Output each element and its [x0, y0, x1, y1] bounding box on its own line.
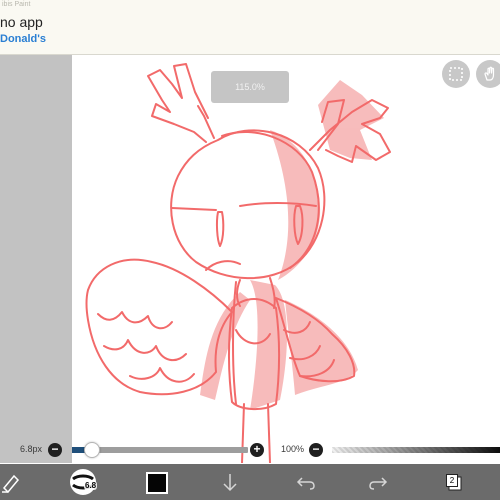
bottom-toolbar: 6.8 2: [0, 464, 500, 500]
hand-gesture-icon: [484, 66, 495, 81]
opacity-slider[interactable]: [332, 447, 500, 453]
opacity-decrease-button[interactable]: −: [309, 443, 323, 457]
left-antenna-2: [197, 105, 215, 139]
left-wing-feathers: [97, 311, 195, 383]
arrow-down-icon: [223, 474, 237, 492]
left-eye-brow: [171, 207, 217, 211]
notification-meta: ibis Paint: [2, 1, 31, 8]
brush-size-slider-thumb[interactable]: [84, 442, 101, 458]
brush-size-label: 6.8px: [20, 444, 43, 454]
brush-size-decrease-button[interactable]: −: [48, 443, 62, 457]
selection-tool-button[interactable]: [442, 60, 470, 88]
zoom-indicator: 115.0%: [211, 71, 289, 103]
mouth: [205, 260, 241, 271]
sketch-fill: [200, 80, 384, 410]
brush-size-increase-button[interactable]: +: [250, 443, 264, 457]
dashed-square-icon: [449, 67, 463, 81]
left-antenna: [147, 63, 209, 143]
eraser-pen-icon: [2, 474, 20, 494]
undo-icon: [296, 477, 315, 490]
undo-button[interactable]: [294, 464, 318, 500]
character-sketch: [85, 63, 391, 463]
brush-size-badge: 6.8: [84, 481, 98, 490]
notification-banner[interactable]: ibis Paint no app Donald's: [0, 0, 500, 55]
redo-button[interactable]: [366, 464, 390, 500]
brush-size-slider[interactable]: [72, 442, 248, 458]
brush-settings-bar: 6.8px − + 100% −: [0, 438, 500, 464]
download-button[interactable]: [218, 464, 242, 500]
left-eye: [215, 211, 225, 247]
left-wing-fill: [200, 292, 250, 400]
drawing-app: ibis Paint no app Donald's 115.0% 6.8px …: [0, 0, 500, 500]
layer-count: 2: [446, 474, 458, 487]
notification-title: no app: [0, 14, 43, 30]
redo-icon: [369, 477, 388, 490]
notification-subtitle: Donald's: [0, 33, 47, 45]
color-swatch-button[interactable]: [146, 472, 168, 494]
opacity-label: 100%: [281, 444, 305, 454]
left-gray-panel: [0, 55, 72, 463]
hand-tool-button[interactable]: [476, 60, 500, 88]
drawing-canvas[interactable]: 115.0%: [72, 55, 500, 463]
tool-selector-button[interactable]: [0, 464, 24, 500]
